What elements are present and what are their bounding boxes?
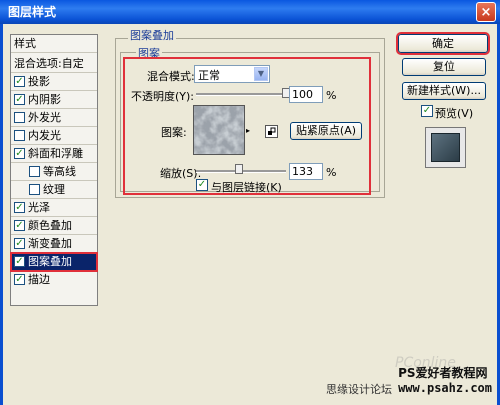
new-preset-icon[interactable] — [265, 125, 278, 138]
style-item-gradient-overlay[interactable]: ✓ 渐变叠加 — [11, 235, 97, 253]
link-with-layer-checkbox[interactable]: ✓ — [196, 179, 208, 191]
style-item-label: 纹理 — [43, 183, 65, 196]
style-item-label: 投影 — [28, 75, 50, 88]
preview-label: 预览(V) — [435, 107, 474, 120]
style-item-contour[interactable]: 等高线 — [11, 163, 97, 181]
style-item-label: 等高线 — [43, 165, 76, 178]
checkbox-color-overlay[interactable]: ✓ — [14, 220, 25, 231]
style-item-drop-shadow[interactable]: ✓ 投影 — [11, 73, 97, 91]
style-item-bevel-emboss[interactable]: ✓ 斜面和浮雕 — [11, 145, 97, 163]
group-title: 图案叠加 — [128, 27, 176, 43]
style-list: 样式 混合选项:自定 ✓ 投影 ✓ 内阴影 外发光 内发光 ✓ 斜面和浮雕 等高… — [10, 34, 98, 306]
site-watermark: 思缘设计论坛 — [326, 383, 392, 396]
style-item-label: 斜面和浮雕 — [28, 147, 83, 160]
style-item-inner-shadow[interactable]: ✓ 内阴影 — [11, 91, 97, 109]
ok-button[interactable]: 确定 — [396, 32, 490, 55]
blending-options-item[interactable]: 混合选项:自定 — [11, 55, 97, 73]
opacity-slider[interactable] — [196, 93, 286, 96]
style-item-stroke[interactable]: ✓ 描边 — [11, 271, 97, 289]
style-item-color-overlay[interactable]: ✓ 颜色叠加 — [11, 217, 97, 235]
watermark-line2: www.psahz.com — [398, 381, 492, 395]
close-icon[interactable]: × — [476, 2, 496, 22]
pattern-label: 图案: — [161, 126, 187, 139]
style-item-texture[interactable]: 纹理 — [11, 181, 97, 199]
style-item-pattern-overlay[interactable]: ✓ 图案叠加 — [10, 252, 98, 272]
watermark-line1: PS爱好者教程网 — [398, 366, 488, 380]
style-item-label: 内发光 — [28, 129, 61, 142]
pattern-swatch[interactable] — [193, 105, 245, 155]
opacity-label: 不透明度(Y): — [131, 90, 195, 103]
style-item-inner-glow[interactable]: 内发光 — [11, 127, 97, 145]
title-bar: 图层样式 × — [0, 0, 500, 24]
blend-mode-value: 正常 — [198, 69, 220, 82]
style-item-label: 颜色叠加 — [28, 219, 72, 232]
checkbox-drop-shadow[interactable]: ✓ — [14, 76, 25, 87]
style-list-header[interactable]: 样式 — [11, 35, 97, 53]
checkbox-stroke[interactable]: ✓ — [14, 274, 25, 285]
checkbox-outer-glow[interactable] — [14, 112, 25, 123]
reset-button[interactable]: 复位 — [402, 58, 486, 76]
scale-slider-thumb[interactable] — [235, 164, 243, 174]
blend-mode-label: 混合模式: — [147, 70, 195, 83]
checkbox-inner-glow[interactable] — [14, 130, 25, 141]
style-item-label: 光泽 — [28, 201, 50, 214]
style-item-label: 描边 — [28, 273, 50, 286]
checkbox-satin[interactable]: ✓ — [14, 202, 25, 213]
style-item-label: 内阴影 — [28, 93, 61, 106]
style-list-label: 样式 — [14, 37, 36, 50]
checkbox-gradient-overlay[interactable]: ✓ — [14, 238, 25, 249]
scale-input[interactable]: 133 — [289, 163, 323, 180]
window-border-left — [0, 24, 3, 405]
opacity-input[interactable]: 100 — [289, 86, 323, 103]
pattern-texture-icon — [194, 106, 244, 154]
checkbox-pattern-overlay[interactable]: ✓ — [14, 256, 25, 267]
checkbox-bevel-emboss[interactable]: ✓ — [14, 148, 25, 159]
window-title: 图层样式 — [8, 5, 57, 19]
style-preview — [425, 127, 466, 168]
blending-options-label: 混合选项:自定 — [14, 57, 84, 70]
style-item-satin[interactable]: ✓ 光泽 — [11, 199, 97, 217]
blend-mode-select[interactable]: 正常 ▼ — [194, 65, 270, 83]
opacity-unit: % — [326, 89, 337, 102]
new-style-button[interactable]: 新建样式(W)... — [402, 82, 486, 100]
style-item-label: 渐变叠加 — [28, 237, 72, 250]
style-item-outer-glow[interactable]: 外发光 — [11, 109, 97, 127]
scale-unit: % — [326, 166, 337, 179]
pattern-dropdown-icon[interactable]: ▸ — [246, 126, 250, 135]
style-preview-swatch — [431, 133, 460, 162]
checkbox-inner-shadow[interactable]: ✓ — [14, 94, 25, 105]
link-with-layer-label: 与图层链接(K) — [211, 181, 282, 194]
chevron-down-icon[interactable]: ▼ — [254, 67, 268, 81]
style-item-label: 外发光 — [28, 111, 61, 124]
preview-checkbox[interactable]: ✓ — [421, 105, 433, 117]
style-item-label: 图案叠加 — [28, 255, 72, 268]
psahz-watermark: PS爱好者教程网 www.psahz.com — [398, 364, 492, 395]
checkbox-texture[interactable] — [29, 184, 40, 195]
checkbox-contour[interactable] — [29, 166, 40, 177]
snap-to-origin-button[interactable]: 贴紧原点(A) — [290, 122, 362, 140]
